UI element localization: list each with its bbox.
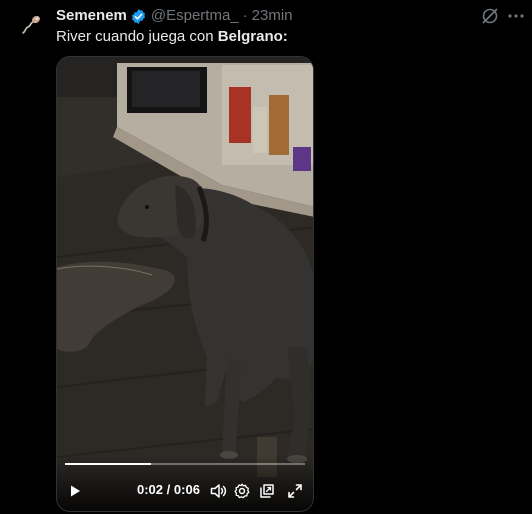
- fullscreen-button[interactable]: [286, 482, 304, 500]
- time-current: 0:02: [137, 482, 164, 497]
- timestamp[interactable]: 23min: [252, 6, 293, 26]
- time-total: 0:06: [173, 482, 200, 497]
- video-frame[interactable]: [57, 57, 314, 512]
- sperm-icon: [16, 8, 48, 40]
- pip-button[interactable]: [258, 482, 276, 500]
- more-icon: [508, 14, 524, 18]
- tweet-text-bold: Belgrano:: [217, 28, 288, 45]
- settings-icon: [234, 483, 250, 499]
- tweet-text-prefix: River cuando juega con: [56, 28, 214, 45]
- tweet-text: River cuando juega con Belgrano:: [56, 27, 288, 47]
- video-player[interactable]: 0:02 / 0:06: [56, 56, 314, 512]
- avatar[interactable]: [16, 8, 48, 40]
- video-controls: 0:02 / 0:06: [57, 455, 313, 511]
- tweet: Semenem @Espertma_ · 23min River cuando …: [0, 0, 532, 514]
- time-separator: /: [166, 482, 171, 497]
- play-button[interactable]: [67, 483, 83, 499]
- user-handle[interactable]: @Espertma_: [151, 6, 239, 26]
- video-progress-bar[interactable]: [65, 463, 305, 465]
- settings-button[interactable]: [233, 482, 251, 500]
- video-progress-fill: [65, 463, 152, 465]
- play-icon: [71, 485, 80, 497]
- more-button[interactable]: [506, 6, 526, 26]
- tweet-header: Semenem @Espertma_ · 23min: [56, 6, 293, 26]
- grok-icon: [482, 8, 498, 24]
- pip-icon: [260, 484, 274, 498]
- video-time-readout: 0:02 / 0:06: [137, 482, 200, 497]
- verified-badge-icon: [130, 8, 147, 25]
- grok-button[interactable]: [480, 6, 500, 26]
- separator-dot: ·: [242, 7, 248, 24]
- fullscreen-icon: [288, 484, 302, 498]
- volume-icon: [210, 484, 227, 498]
- volume-button[interactable]: [209, 482, 227, 500]
- display-name[interactable]: Semenem: [56, 6, 127, 26]
